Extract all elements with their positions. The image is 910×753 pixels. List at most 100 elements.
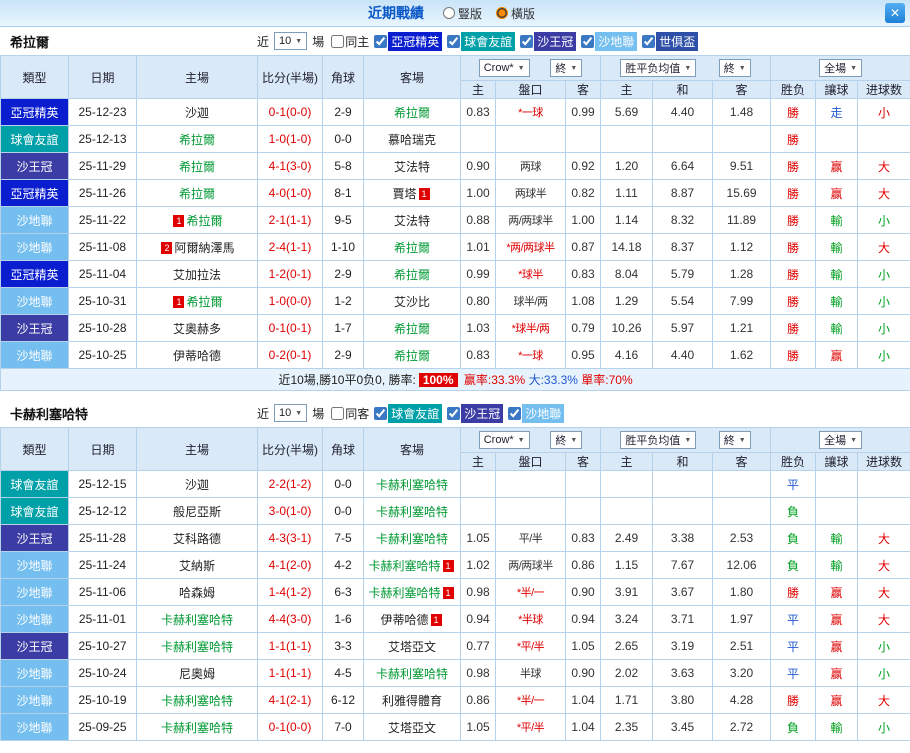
away-team-cell: 艾塔亞文	[364, 714, 461, 741]
home-team-cell: 卡赫利塞哈特	[137, 687, 258, 714]
match-count-select[interactable]: 10▼	[274, 32, 307, 50]
avg-away-cell: 1.12	[713, 234, 771, 261]
away-team-cell: 卡赫利塞哈特1	[364, 579, 461, 606]
away-odds-cell: 0.82	[566, 180, 601, 207]
home-odds-cell: 1.05	[461, 714, 496, 741]
score-cell: 1-1(1-1)	[258, 633, 323, 660]
team-label: 哈森姆	[179, 586, 215, 600]
away-team-cell: 艾沙比	[364, 288, 461, 315]
avg-draw-cell: 3.67	[653, 579, 713, 606]
scope-select[interactable]: 全場▼	[819, 59, 862, 77]
avg-home-cell: 4.16	[601, 342, 653, 369]
score-cell: 2-4(1-1)	[258, 234, 323, 261]
avg-final-select[interactable]: 終▼	[719, 59, 751, 77]
league-filter[interactable]: 球會友誼	[369, 404, 442, 423]
same-venue-checkbox[interactable]	[331, 407, 344, 420]
league-cell: 沙地聯	[1, 342, 69, 369]
avg-draw-cell: 8.87	[653, 180, 713, 207]
date-cell: 25-12-13	[69, 126, 137, 153]
same-venue-checkbox[interactable]	[331, 35, 344, 48]
league-checkbox[interactable]	[520, 35, 533, 48]
league-checkbox[interactable]	[581, 35, 594, 48]
team-label: 艾沙比	[394, 295, 430, 309]
wdl-result-cell: 負	[771, 525, 816, 552]
layout-radio-horizontal-input[interactable]	[496, 7, 508, 19]
score-cell: 4-1(2-0)	[258, 552, 323, 579]
avg-draw-cell: 3.80	[653, 687, 713, 714]
team-label: 希拉爾	[394, 322, 430, 336]
match-count-select[interactable]: 10▼	[274, 404, 307, 422]
odds-final-select[interactable]: 終▼	[550, 59, 582, 77]
close-icon[interactable]: ✕	[885, 3, 905, 23]
layout-option-horizontal[interactable]: 橫版	[496, 5, 535, 22]
league-checkbox[interactable]	[447, 407, 460, 420]
home-odds-cell: 0.99	[461, 261, 496, 288]
corners-cell: 1-2	[323, 288, 364, 315]
corners-cell: 6-12	[323, 687, 364, 714]
goals-result-cell	[858, 126, 910, 153]
team-label: 艾塔亞文	[388, 640, 436, 654]
away-team-cell: 艾法特	[364, 207, 461, 234]
team-name: 卡赫利塞哈特	[0, 404, 255, 423]
league-filter[interactable]: 球會友誼	[442, 32, 515, 51]
col-score: 比分(半場)	[258, 428, 323, 471]
league-cell: 亞冠精英	[1, 99, 69, 126]
layout-option-vertical[interactable]: 豎版	[443, 5, 482, 22]
avg-home-cell: 3.91	[601, 579, 653, 606]
league-cell: 球會友誼	[1, 126, 69, 153]
team-label: 卡赫利塞哈特	[376, 478, 448, 492]
avg-odds-select[interactable]: 胜平负均值▼	[620, 59, 696, 77]
wdl-result-cell: 平	[771, 660, 816, 687]
league-checkbox[interactable]	[447, 35, 460, 48]
avg-final-select[interactable]: 終▼	[719, 431, 751, 449]
layout-radio-vertical-input[interactable]	[443, 7, 455, 19]
corners-cell: 7-5	[323, 525, 364, 552]
league-checkbox[interactable]	[508, 407, 521, 420]
home-odds-cell: 1.00	[461, 180, 496, 207]
league-checkbox[interactable]	[374, 407, 387, 420]
odds-group-header: Crow*▼ 終▼	[461, 428, 601, 453]
scope-select[interactable]: 全場▼	[819, 431, 862, 449]
league-filter[interactable]: 沙王冠	[442, 404, 503, 423]
goals-result-cell: 小	[858, 99, 910, 126]
match-row: 沙地聯25-09-25卡赫利塞哈特0-1(0-0)7-0艾塔亞文1.05*平/半…	[1, 714, 910, 741]
avg-odds-select[interactable]: 胜平负均值▼	[620, 431, 696, 449]
avg-away-cell: 2.72	[713, 714, 771, 741]
home-team-cell: 艾加拉法	[137, 261, 258, 288]
date-cell: 25-11-08	[69, 234, 137, 261]
team-label: 希拉爾	[186, 295, 222, 309]
home-odds-cell	[461, 471, 496, 498]
corners-cell: 1-10	[323, 234, 364, 261]
odds-provider-select[interactable]: Crow*▼	[479, 431, 530, 449]
home-team-cell: 2阿爾納澤馬	[137, 234, 258, 261]
odds-provider-select[interactable]: Crow*▼	[479, 59, 530, 77]
avg-draw-cell: 3.38	[653, 525, 713, 552]
avg-away-cell: 2.51	[713, 633, 771, 660]
team-label: 希拉爾	[394, 106, 430, 120]
team-label: 利雅得體育	[382, 694, 442, 708]
league-checkbox[interactable]	[374, 35, 387, 48]
league-filter[interactable]: 沙地聯	[503, 404, 564, 423]
matches-table: 類型 日期 主場 比分(半場) 角球 客場 Crow*▼ 終▼ 胜平负均	[0, 55, 910, 391]
score-cell: 4-3(3-1)	[258, 525, 323, 552]
corners-cell: 0-0	[323, 498, 364, 525]
same-venue-filter[interactable]: 同主	[326, 33, 369, 50]
col-type: 類型	[1, 56, 69, 99]
team-section: 卡赫利塞哈特 近 10▼ 場 同客 球會友誼沙王冠沙地聯	[0, 399, 910, 741]
home-odds-cell: 0.98	[461, 579, 496, 606]
away-odds-cell: 0.83	[566, 261, 601, 288]
league-filter[interactable]: 世俱盃	[637, 32, 698, 51]
same-venue-filter[interactable]: 同客	[326, 405, 369, 422]
odds-final-select[interactable]: 終▼	[550, 431, 582, 449]
wdl-result-cell: 負	[771, 714, 816, 741]
red-card-badge: 1	[443, 587, 454, 599]
handicap-result-cell: 輸	[816, 234, 858, 261]
home-team-cell: 卡赫利塞哈特	[137, 606, 258, 633]
avg-home-cell: 8.04	[601, 261, 653, 288]
league-filter[interactable]: 沙王冠	[515, 32, 576, 51]
red-card-badge: 1	[443, 560, 454, 572]
goals-result-cell: 小	[858, 633, 910, 660]
league-filter[interactable]: 亞冠精英	[369, 32, 442, 51]
league-filter[interactable]: 沙地聯	[576, 32, 637, 51]
league-checkbox[interactable]	[642, 35, 655, 48]
